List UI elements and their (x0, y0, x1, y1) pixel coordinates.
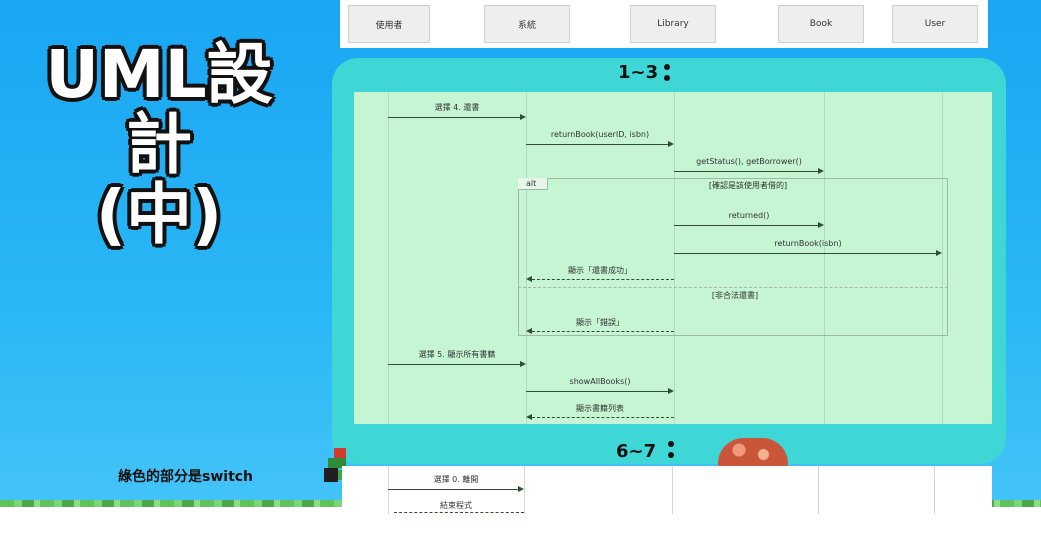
lifeline-user (934, 466, 935, 514)
message-line (388, 117, 520, 118)
alt-guard-2: [非合法還書] (711, 291, 759, 300)
message-line (526, 391, 668, 392)
section-label-top: 1~3 (618, 62, 659, 83)
title-line-2: (中) (95, 176, 223, 253)
arrow-head (818, 168, 824, 174)
message-label: 選擇 4. 還書 (434, 103, 480, 112)
message-label: 顯示「錯誤」 (576, 318, 624, 327)
lifeline-user-role (388, 466, 389, 514)
message-label: 顯示「還書成功」 (568, 266, 632, 275)
return-line (532, 417, 674, 418)
actor-user: User (892, 5, 978, 43)
lifeline-system (524, 466, 525, 514)
message-line (388, 489, 518, 490)
sequence-continuation: 選擇 0. 離開 結束程式 (342, 466, 992, 514)
message-line (388, 364, 520, 365)
message-line (674, 253, 936, 254)
arrow-head (668, 388, 674, 394)
colon-dots-bottom (668, 441, 674, 463)
arrow-head (668, 141, 674, 147)
lifeline-user-role (388, 92, 389, 424)
alt-separator (518, 287, 948, 288)
colon-dots-top (664, 64, 670, 86)
actor-user-role: 使用者 (348, 5, 430, 43)
arrow-head (936, 250, 942, 256)
lifeline-library (672, 466, 673, 514)
message-line (674, 171, 818, 172)
arrow-head (518, 486, 524, 492)
message-label: 選擇 5. 顯示所有書籍 (418, 350, 496, 359)
actor-system: 系統 (484, 5, 570, 43)
message-line (526, 144, 668, 145)
alt-frame (518, 178, 948, 336)
message-label: returnBook(isbn) (774, 239, 842, 248)
arrow-head (520, 114, 526, 120)
actor-header: 使用者 系統 Library Book User (340, 0, 988, 48)
message-label: returned() (728, 211, 770, 220)
arrow-head (520, 361, 526, 367)
lifeline-book (818, 466, 819, 514)
message-line (674, 225, 818, 226)
actor-library: Library (630, 5, 716, 43)
message-label: getStatus(), getBorrower() (696, 157, 802, 166)
arrow-head (526, 276, 532, 282)
alt-tag: alt (518, 178, 548, 190)
message-label: returnBook(userID, isbn) (550, 130, 650, 139)
pixel-meat-icon (718, 438, 788, 468)
slide-title: UML設計 (中) (14, 40, 304, 250)
return-line (532, 279, 674, 280)
section-label-bottom: 6~7 (616, 441, 657, 462)
message-label: showAllBooks() (569, 377, 631, 386)
sequence-diagram: 選擇 4. 還書 returnBook(userID, isbn) getSta… (354, 92, 992, 424)
message-label: 顯示書籍列表 (576, 404, 624, 413)
message-label: 結束程式 (440, 501, 472, 510)
message-label: 選擇 0. 離開 (433, 475, 479, 484)
return-line (394, 512, 524, 513)
arrow-head (526, 414, 532, 420)
actor-book: Book (778, 5, 864, 43)
arrow-head (526, 328, 532, 334)
alt-guard-1: [確認是該使用者借的] (708, 181, 788, 190)
title-line-1: UML設計 (45, 36, 273, 183)
switch-note: 綠色的部分是switch (118, 469, 254, 485)
arrow-head (818, 222, 824, 228)
return-line (532, 331, 674, 332)
